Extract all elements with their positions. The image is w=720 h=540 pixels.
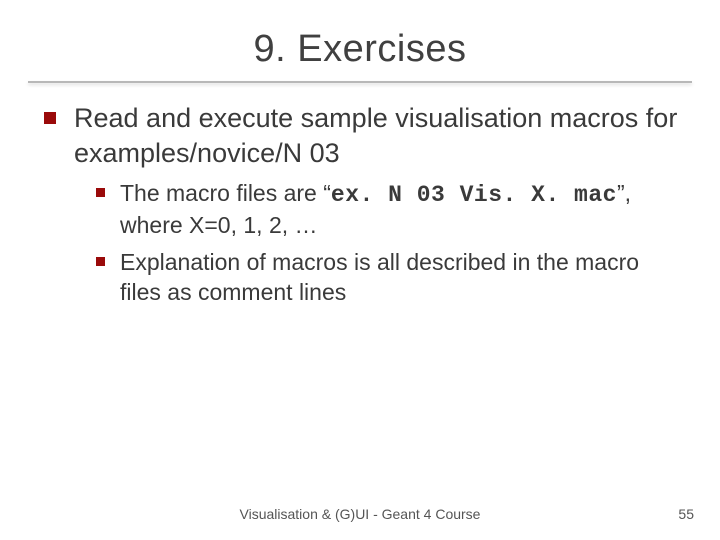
slide-title: 9. Exercises <box>0 0 720 71</box>
sub-bullet-1-pre: The macro files are “ <box>120 180 331 206</box>
list-item: Explanation of macros is all described i… <box>94 247 680 308</box>
bullet-main-text: Read and execute sample visualisation ma… <box>74 103 677 168</box>
bullet-list-level1: Read and execute sample visualisation ma… <box>40 101 680 308</box>
list-item: Read and execute sample visualisation ma… <box>40 101 680 308</box>
sub-bullet-2-text: Explanation of macros is all described i… <box>120 249 639 305</box>
bullet-list-level2: The macro files are “ex. N 03 Vis. X. ma… <box>74 178 680 307</box>
page-number: 55 <box>678 506 694 522</box>
macro-filename-code: ex. N 03 Vis. X. mac <box>331 182 617 208</box>
footer-text: Visualisation & (G)UI - Geant 4 Course <box>0 506 720 522</box>
list-item: The macro files are “ex. N 03 Vis. X. ma… <box>94 178 680 241</box>
slide: 9. Exercises Read and execute sample vis… <box>0 0 720 540</box>
slide-body: Read and execute sample visualisation ma… <box>0 83 720 308</box>
